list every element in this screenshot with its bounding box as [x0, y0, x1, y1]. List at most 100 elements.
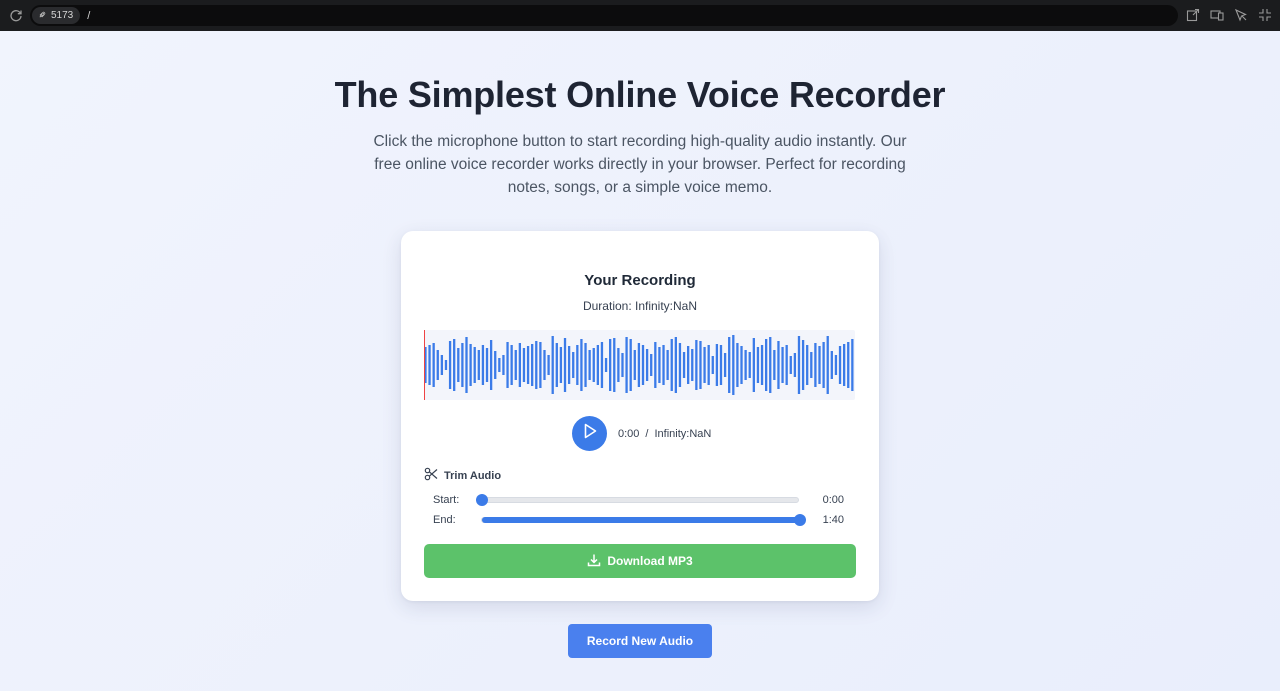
inspect-cursor-icon[interactable] [1234, 8, 1248, 22]
waveform-bar [719, 345, 723, 385]
waveform-bar [522, 348, 526, 382]
waveform-bar [818, 346, 821, 384]
trim-start-value: 0:00 [822, 494, 844, 506]
waveform-bar [637, 343, 641, 387]
waveform-bar [670, 339, 673, 391]
waveform-bar [682, 352, 686, 378]
waveform-bar [765, 339, 768, 391]
waveform-bar [494, 351, 497, 379]
collapse-icon[interactable] [1258, 8, 1272, 22]
time-separator: / [645, 427, 649, 440]
recording-title: Your Recording [584, 272, 696, 289]
waveform-bar [645, 349, 649, 381]
trim-end-handle[interactable] [794, 514, 806, 526]
waveform-bar [604, 358, 608, 372]
waveform-bar [654, 342, 657, 388]
waveform-bar [851, 339, 854, 391]
waveform-bar [526, 346, 530, 384]
address-bar[interactable]: 5173 / [30, 5, 1178, 26]
current-time: 0:00 [618, 427, 640, 440]
waveform-bar [838, 346, 842, 384]
waveform-bar [588, 350, 591, 380]
waveform-bar [617, 348, 620, 382]
waveform-bar [609, 339, 612, 391]
waveform-bar [621, 353, 624, 377]
waveform-bar [551, 336, 554, 394]
waveform-bar [834, 355, 838, 375]
trim-start-slider[interactable] [476, 494, 799, 506]
port-number: 5173 [51, 10, 74, 21]
trim-start-row: Start: 0:00 [424, 493, 856, 507]
waveform-bar [477, 350, 480, 380]
waveform-bar [436, 350, 439, 380]
waveform-bar [629, 339, 632, 391]
responsive-devices-icon[interactable] [1210, 8, 1224, 22]
waveform-bar [473, 347, 476, 383]
waveform-bar [440, 355, 444, 375]
download-label: Download MP3 [607, 554, 693, 568]
waveform-bar [658, 347, 661, 383]
waveform-bar [732, 335, 735, 395]
trim-end-slider[interactable] [481, 514, 806, 526]
waveform-bar [847, 342, 850, 388]
trim-end-row: End: 1:40 [424, 513, 856, 527]
waveform-bar [428, 345, 431, 385]
waveform-bar [584, 343, 587, 387]
reload-icon[interactable] [9, 8, 23, 22]
play-icon [583, 423, 597, 444]
waveform-bar [457, 348, 460, 382]
waveform-bar [830, 351, 833, 379]
trim-start-label: Start: [433, 494, 460, 506]
waveform-bar [695, 340, 698, 390]
waveform-bar [736, 343, 739, 387]
trim-end-label: End: [433, 514, 456, 526]
waveform-bar [506, 342, 509, 388]
play-button[interactable] [572, 416, 607, 451]
playhead[interactable] [424, 330, 425, 400]
waveform-bar [699, 341, 702, 389]
waveform-bar [797, 336, 801, 394]
waveform-bar [465, 337, 468, 393]
waveform-bar [531, 344, 534, 386]
waveform-bar [613, 338, 616, 392]
waveform[interactable] [424, 330, 855, 400]
waveform-bar [773, 350, 776, 380]
recording-duration: Duration: Infinity:NaN [582, 299, 698, 313]
waveform-bar [596, 345, 599, 385]
open-external-icon[interactable] [1186, 8, 1200, 22]
waveform-bar [567, 346, 571, 384]
waveform-bar [687, 346, 690, 384]
trim-start-handle[interactable] [476, 494, 488, 506]
waveform-bar [448, 341, 452, 389]
waveform-bar [514, 350, 517, 380]
waveform-bar [469, 344, 472, 386]
page-subtitle: Click the microphone button to start rec… [373, 133, 907, 196]
waveform-bar [498, 358, 501, 372]
waveform-bar [444, 360, 448, 370]
record-new-audio-button[interactable]: Record New Audio [568, 624, 712, 658]
waveform-bar [666, 350, 669, 380]
waveform-bar [785, 345, 788, 385]
download-mp3-button[interactable]: Download MP3 [424, 544, 856, 578]
waveform-bar [711, 356, 714, 374]
waveform-bar [543, 350, 546, 380]
waveform-bar [752, 338, 755, 392]
waveform-bar [691, 349, 694, 381]
waveform-bar [760, 345, 764, 385]
waveform-bar [555, 343, 558, 387]
waveform-bar [744, 350, 747, 380]
download-icon [587, 553, 601, 570]
waveform-bar [822, 342, 825, 388]
waveform-bar [600, 342, 604, 388]
scissors-icon [424, 467, 438, 484]
trim-end-value: 1:40 [822, 514, 844, 526]
trim-header: Trim Audio [424, 467, 501, 484]
waveform-bar [625, 337, 628, 393]
port-badge[interactable]: 5173 [32, 7, 81, 24]
waveform-bar [801, 340, 805, 390]
waveform-bar [793, 353, 797, 377]
url-path: / [87, 9, 91, 22]
trim-end-fill [482, 517, 800, 523]
waveform-bar [518, 343, 522, 387]
waveform-bar [728, 337, 731, 393]
